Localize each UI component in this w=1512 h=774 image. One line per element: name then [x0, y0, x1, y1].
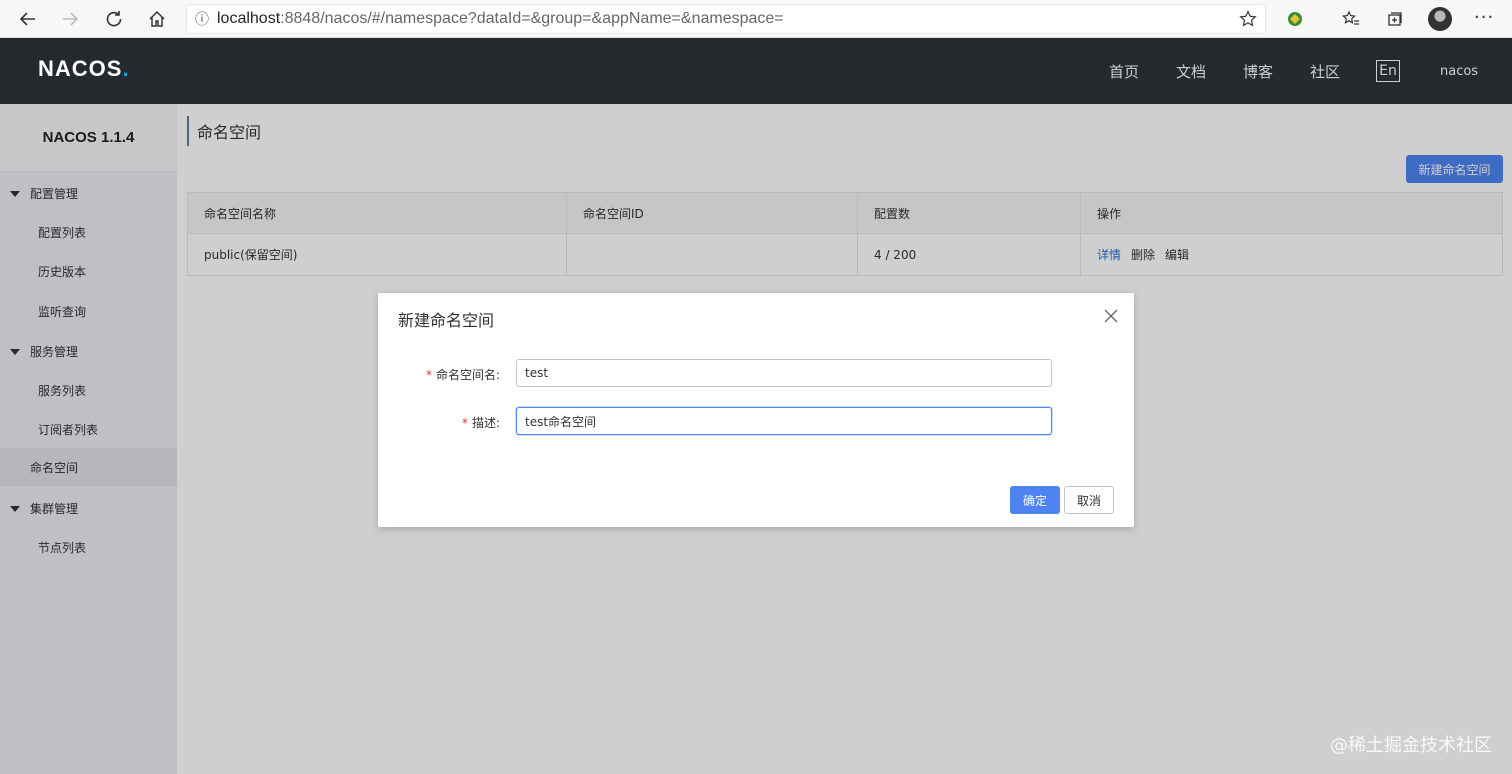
language-switch-button[interactable]: En — [1376, 60, 1400, 82]
favorites-icon[interactable] — [1340, 8, 1362, 30]
refresh-icon[interactable] — [100, 6, 128, 32]
browser-toolbar: ⓘ localhost:8848/nacos/#/namespace?dataI… — [0, 0, 1512, 38]
confirm-button[interactable]: 确定 — [1010, 486, 1060, 514]
nav-docs[interactable]: 文档 — [1176, 61, 1206, 82]
cancel-button[interactable]: 取消 — [1064, 486, 1114, 514]
dialog-title: 新建命名空间 — [398, 311, 495, 330]
info-icon[interactable]: ⓘ — [187, 9, 217, 29]
collections-icon[interactable] — [1384, 8, 1406, 30]
more-menu-icon[interactable]: ··· — [1474, 7, 1494, 28]
back-arrow-icon[interactable] — [14, 6, 42, 32]
nacos-logo[interactable]: NACOS. — [38, 56, 130, 82]
profile-avatar[interactable] — [1428, 7, 1452, 31]
favorite-star-icon[interactable] — [1239, 10, 1257, 28]
nav-blog[interactable]: 博客 — [1243, 61, 1273, 82]
nav-community[interactable]: 社区 — [1310, 61, 1340, 82]
app-header: NACOS. 首页 文档 博客 社区 En nacos — [0, 38, 1512, 104]
namespace-name-label: * 命名空间名: — [425, 368, 500, 382]
user-name[interactable]: nacos — [1440, 64, 1478, 79]
extension-icon[interactable] — [1284, 8, 1306, 30]
url-text: localhost:8848/nacos/#/namespace?dataId=… — [217, 10, 784, 27]
description-label: * 描述: — [461, 416, 500, 430]
nav-home[interactable]: 首页 — [1109, 61, 1139, 82]
description-input[interactable] — [516, 407, 1052, 435]
home-icon[interactable] — [143, 6, 171, 32]
namespace-name-input[interactable] — [516, 359, 1052, 387]
forward-arrow-icon[interactable] — [56, 6, 84, 32]
address-bar[interactable]: ⓘ localhost:8848/nacos/#/namespace?dataI… — [186, 4, 1266, 34]
new-namespace-dialog: 新建命名空间 *命名空间名: *描述: 确定 取消 — [378, 293, 1134, 527]
watermark: @稀土掘金技术社区 — [1330, 735, 1492, 756]
close-icon[interactable] — [1104, 309, 1118, 323]
